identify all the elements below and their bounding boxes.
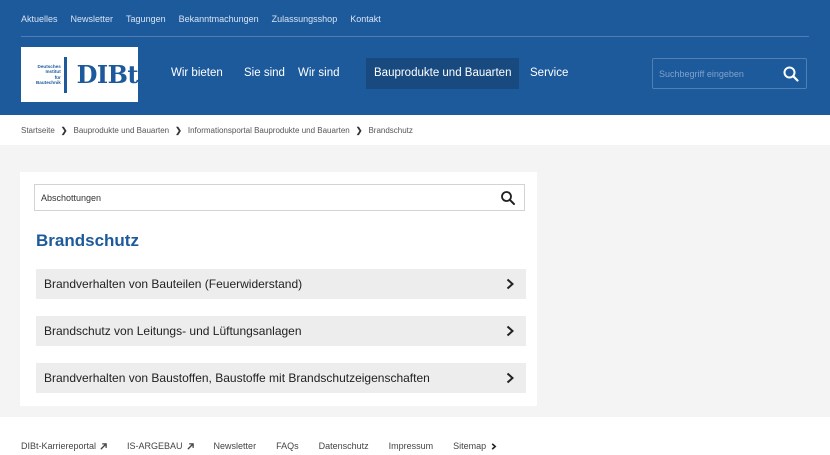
accordion-item-label: Brandverhalten von Bauteilen (Feuerwider… bbox=[44, 277, 303, 291]
chevron-right-icon bbox=[506, 325, 514, 337]
top-navigation: Aktuelles Newsletter Tagungen Bekanntmac… bbox=[21, 14, 394, 24]
external-link-arrow-icon bbox=[186, 442, 194, 450]
site-header: Aktuelles Newsletter Tagungen Bekanntmac… bbox=[0, 0, 830, 115]
header-search-input[interactable] bbox=[659, 65, 779, 83]
mainnav-service[interactable]: Service bbox=[522, 58, 576, 89]
footer-links: DIBt-Karriereportal IS-ARGEBAU Newslette… bbox=[21, 441, 517, 451]
mainnav-sie-sind[interactable]: Sie sind bbox=[236, 58, 293, 89]
topnav-zulassungsshop[interactable]: Zulassungsshop bbox=[272, 14, 338, 24]
accordion-item[interactable]: Brandverhalten von Bauteilen (Feuerwider… bbox=[36, 269, 526, 299]
footer-link-karriereportal[interactable]: DIBt-Karriereportal bbox=[21, 441, 107, 451]
chevron-right-icon bbox=[506, 278, 514, 290]
accordion-item[interactable]: Brandverhalten von Baustoffen, Baustoffe… bbox=[36, 363, 526, 393]
accordion-item[interactable]: Brandschutz von Leitungs- und Lüftungsan… bbox=[36, 316, 526, 346]
logo-bar bbox=[63, 56, 67, 93]
topnav-bekanntmachungen[interactable]: Bekanntmachungen bbox=[179, 14, 259, 24]
topnav-kontakt[interactable]: Kontakt bbox=[350, 14, 381, 24]
topnav-tagungen[interactable]: Tagungen bbox=[126, 14, 166, 24]
breadcrumb: Startseite ❯ Bauprodukte und Bauarten ❯ … bbox=[21, 126, 413, 135]
chevron-right-icon: ❯ bbox=[60, 126, 68, 135]
header-divider bbox=[21, 36, 809, 37]
logo-wordmark: DIBt bbox=[76, 60, 139, 89]
breadcrumb-informationsportal[interactable]: Informationsportal Bauprodukte und Bauar… bbox=[188, 126, 350, 135]
footer-link-faqs[interactable]: FAQs bbox=[276, 441, 299, 451]
footer-link-datenschutz[interactable]: Datenschutz bbox=[319, 441, 369, 451]
accordion-item-label: Brandschutz von Leitungs- und Lüftungsan… bbox=[44, 324, 302, 338]
search-icon[interactable] bbox=[500, 190, 516, 206]
topnav-newsletter[interactable]: Newsletter bbox=[71, 14, 114, 24]
breadcrumb-bauprodukte[interactable]: Bauprodukte und Bauarten bbox=[74, 126, 170, 135]
content-search-input[interactable] bbox=[41, 190, 481, 206]
topnav-aktuelles[interactable]: Aktuelles bbox=[21, 14, 58, 24]
chevron-right-icon: ❯ bbox=[355, 126, 363, 135]
chevron-right-icon bbox=[491, 442, 497, 450]
chevron-right-icon bbox=[506, 372, 514, 384]
footer-link-impressum[interactable]: Impressum bbox=[389, 441, 434, 451]
mainnav-wir-bieten[interactable]: Wir bieten bbox=[163, 58, 231, 89]
breadcrumb-startseite[interactable]: Startseite bbox=[21, 126, 55, 135]
mainnav-bauprodukte-und-bauarten[interactable]: Bauprodukte und Bauarten bbox=[366, 58, 520, 89]
chevron-right-icon: ❯ bbox=[175, 126, 182, 135]
dibt-logo[interactable]: Deutsches Institut für Bautechnik DIBt bbox=[21, 47, 139, 102]
footer-link-is-argebau[interactable]: IS-ARGEBAU bbox=[127, 441, 194, 451]
breadcrumb-current: Brandschutz bbox=[368, 126, 413, 135]
header-search bbox=[652, 58, 807, 89]
logo-institute-name: Deutsches Institut für Bautechnik bbox=[35, 63, 61, 85]
content-search bbox=[34, 184, 525, 211]
search-icon[interactable] bbox=[782, 65, 800, 83]
page-title: Brandschutz bbox=[36, 231, 139, 250]
external-link-arrow-icon bbox=[100, 442, 107, 450]
footer-link-newsletter[interactable]: Newsletter bbox=[214, 441, 257, 451]
accordion-item-label: Brandverhalten von Baustoffen, Baustoffe… bbox=[44, 371, 430, 385]
mainnav-wir-sind[interactable]: Wir sind bbox=[290, 58, 348, 89]
footer-link-sitemap[interactable]: Sitemap bbox=[453, 441, 497, 451]
